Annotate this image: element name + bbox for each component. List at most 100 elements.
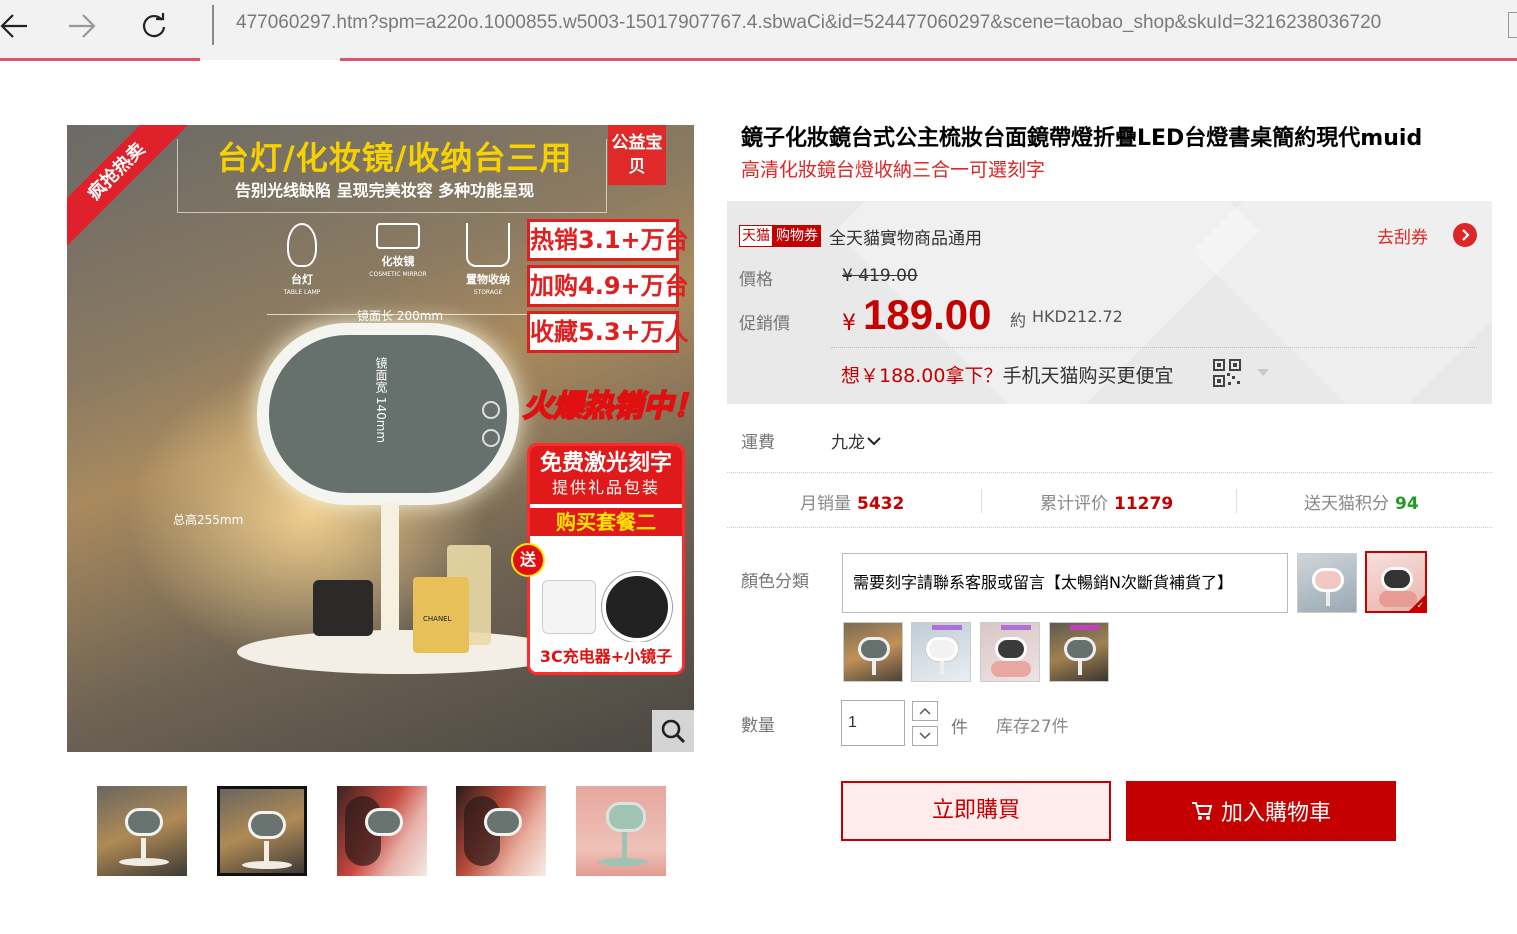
swatch-mirror [995, 637, 1027, 661]
promo-currency: ¥ [842, 311, 856, 336]
swatch-mirror [1064, 637, 1096, 661]
browser-toolbar: 477060297.htm?spm=a220o.1000855.w5003-15… [0, 0, 1517, 60]
price-panel: 天猫 购物券 全天貓實物商品通用 去刮券 價格 ¥ 419.00 促銷價 ¥ 1… [727, 201, 1492, 404]
lightbulb-icon [287, 223, 317, 267]
quantity-unit: 件 [951, 718, 968, 738]
mobile-promo-price: 想￥188.00拿下？ [841, 365, 1003, 387]
thumbnail[interactable] [337, 786, 427, 876]
quantity-decrease-button[interactable] [912, 726, 938, 746]
total-height-label: 总高255mm [173, 513, 244, 527]
thumbnail-pole [264, 841, 269, 863]
thumbnail-mirror [125, 808, 163, 836]
forward-arrow-icon [69, 14, 96, 38]
thumbnail[interactable] [97, 786, 187, 876]
swatch-base [991, 661, 1031, 677]
offer-bottom: 3C充电器+小镜子 [530, 642, 682, 672]
price-label: 價格 [739, 270, 773, 290]
thumbnail-mirror [248, 811, 286, 839]
address-bar[interactable]: 477060297.htm?spm=a220o.1000855.w5003-15… [236, 12, 1381, 34]
sale-box: 加购4.9+万台 [527, 265, 689, 307]
zoom-button[interactable] [652, 710, 694, 752]
thumbnail[interactable] [456, 786, 546, 876]
image-subheadline: 告别光线缺陷 呈现完美妆容 多种功能呈现 [235, 181, 535, 200]
buy-now-button[interactable]: 立即購買 [841, 781, 1111, 841]
quantity-label: 數量 [741, 716, 775, 736]
monthly-sales-label: 月销量 [800, 494, 851, 514]
thumbnail-mirror [484, 808, 522, 836]
shipping-location: 九龙 [831, 433, 865, 453]
thumbnail-base [598, 858, 648, 866]
reading-view-icon[interactable] [1508, 12, 1517, 38]
mobile-promo[interactable]: 想￥188.00拿下？手机天猫购买更便宜 [841, 361, 1174, 388]
coupon-row: 天猫 购物券 全天貓實物商品通用 [739, 223, 982, 249]
quantity-increase-button[interactable] [912, 701, 938, 721]
forward-button[interactable] [62, 8, 102, 44]
swatch-pole [1326, 592, 1330, 606]
sku-swatch[interactable] [911, 622, 971, 682]
color-category-label: 顏色分類 [741, 572, 809, 592]
swatch-mirror [858, 637, 890, 661]
main-product-image[interactable]: 疯抢热卖 公益宝贝 台灯/化妆镜/收纳台三用 告别光线缺陷 呈现完美妆容 多种功… [67, 125, 694, 752]
hot-sale-text: 火爆热销中！ [522, 388, 694, 425]
sku-swatch[interactable] [843, 622, 903, 682]
thumbnail[interactable] [576, 786, 666, 876]
coupon-arrow-button[interactable] [1453, 223, 1477, 247]
thumbnail-selected[interactable] [217, 786, 307, 876]
total-reviews[interactable]: 累计评价 11279 [1040, 489, 1173, 514]
quantity-input[interactable] [841, 700, 905, 746]
back-button[interactable] [0, 8, 34, 44]
swatch-pole [940, 661, 944, 675]
cosmetic-jar [313, 580, 373, 636]
sale-box: 热销3.1+万台 [527, 219, 689, 261]
approx-hkd-price: HKD212.72 [1032, 307, 1123, 326]
promo-price-label: 促銷價 [739, 314, 790, 334]
feature-cosmetic-mirror: 化妆镜 COSMETIC MIRROR [363, 223, 433, 278]
feature-label-en: TABLE LAMP [283, 289, 321, 296]
thumbnail-base [119, 858, 169, 866]
original-price: ¥ 419.00 [842, 266, 918, 286]
thumbnail-pole [141, 838, 146, 860]
sku-swatch[interactable] [1297, 553, 1357, 613]
sales-stats-stack: 热销3.1+万台 加购4.9+万台 收藏5.3+万人 [527, 219, 689, 357]
product-subtitle: 高清化妝鏡台燈收納三合一可選刻字 [741, 159, 1046, 181]
stat-divider [981, 489, 982, 513]
qr-dropdown-caret[interactable] [1257, 369, 1269, 376]
sales-stats: 月销量 5432 累计评价 11279 送天猫积分 94 [727, 472, 1492, 528]
shipping-location-select[interactable]: 九龙 [831, 428, 881, 453]
qr-code-icon[interactable] [1213, 359, 1241, 387]
scratch-coupon-link[interactable]: 去刮券 [1377, 223, 1428, 248]
monthly-sales: 月销量 5432 [800, 489, 904, 514]
add-to-cart-button[interactable]: 加入購物車 [1126, 781, 1396, 841]
promo-price: 189.00 [863, 291, 992, 338]
back-arrow-icon [0, 14, 27, 38]
sku-swatch[interactable] [980, 622, 1040, 682]
chevron-down-icon [919, 732, 931, 740]
feature-label: 化妆镜 [381, 255, 415, 268]
page-load-bar [0, 58, 200, 61]
sku-swatch-selected[interactable]: ✓ [1365, 551, 1427, 613]
refresh-icon [142, 13, 166, 38]
page-load-bar [340, 58, 1517, 61]
swatch-mirror [926, 637, 958, 661]
offer-title: 免费激光刻字 [539, 451, 672, 476]
product-title: 鏡子化妝鏡台式公主梳妝台面鏡帶燈折疊LED台燈書桌簡約現代muid [741, 126, 1423, 151]
charity-badge: 公益宝贝 [608, 125, 666, 185]
feature-label: 台灯 [291, 273, 313, 286]
points-label: 送天猫积分 [1304, 494, 1389, 514]
sku-option-text[interactable]: 需要刻字請聯系客服或留言【太暢銷N次斷貨補貨了】 [842, 553, 1288, 613]
feature-label-en: STORAGE [473, 289, 503, 296]
shipping-label: 運費 [741, 433, 775, 453]
feature-table-lamp: 台灯 TABLE LAMP [267, 223, 337, 296]
tmall-tag: 天猫 [739, 225, 773, 247]
swatch-pole [872, 661, 876, 675]
feature-label: 置物收纳 [466, 273, 510, 286]
divider [831, 347, 1477, 348]
sku-swatch[interactable] [1049, 622, 1109, 682]
swatch-mirror [1312, 568, 1344, 592]
swatch-label-bar [1001, 625, 1031, 630]
mirror-touch-button [482, 401, 500, 419]
stock-count: 库存27件 [996, 717, 1069, 737]
mirror-touch-button [482, 429, 500, 447]
swatch-pole [1078, 661, 1082, 675]
refresh-button[interactable] [134, 8, 174, 44]
